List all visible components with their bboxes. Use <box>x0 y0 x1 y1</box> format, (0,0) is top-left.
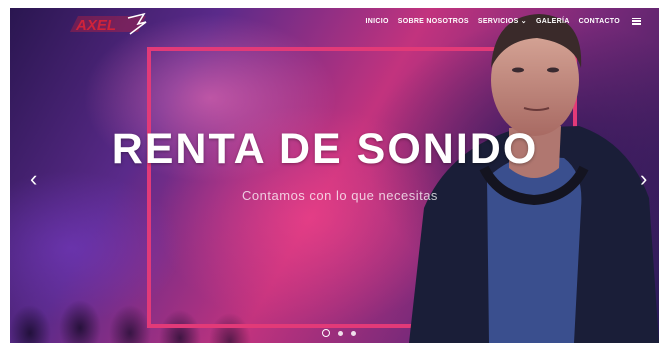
nav-item-inicio[interactable]: INICIO <box>366 18 389 25</box>
prev-slide-arrow-icon[interactable]: ‹ <box>30 168 37 190</box>
dj-portrait <box>409 14 659 343</box>
top-nav: AXEL INICIO SOBRE NOSOTROS SERVICIOS ⌄ G… <box>10 8 659 40</box>
nav-item-galeria[interactable]: GALERÍA <box>536 18 570 25</box>
hero-subtitle: Contamos con lo que necesitas <box>242 188 438 203</box>
axel-logo[interactable]: AXEL <box>68 12 148 36</box>
hero-title: RENTA DE SONIDO <box>111 125 539 173</box>
slide-dot-2[interactable] <box>338 330 343 336</box>
next-slide-arrow-icon[interactable]: › <box>640 168 647 190</box>
slide-dot-3[interactable] <box>351 330 356 336</box>
hamburger-icon[interactable] <box>632 17 641 25</box>
main-menu: INICIO SOBRE NOSOTROS SERVICIOS ⌄ GALERÍ… <box>366 17 641 25</box>
nav-item-contacto[interactable]: CONTACTO <box>579 18 620 25</box>
slide-pagination <box>322 329 356 337</box>
nav-item-servicios[interactable]: SERVICIOS ⌄ <box>478 17 527 25</box>
hero-slider: AXEL INICIO SOBRE NOSOTROS SERVICIOS ⌄ G… <box>10 8 659 343</box>
slide-dot-1[interactable] <box>322 329 330 337</box>
nav-item-sobre-nosotros[interactable]: SOBRE NOSOTROS <box>398 18 469 25</box>
svg-text:AXEL: AXEL <box>75 17 116 34</box>
